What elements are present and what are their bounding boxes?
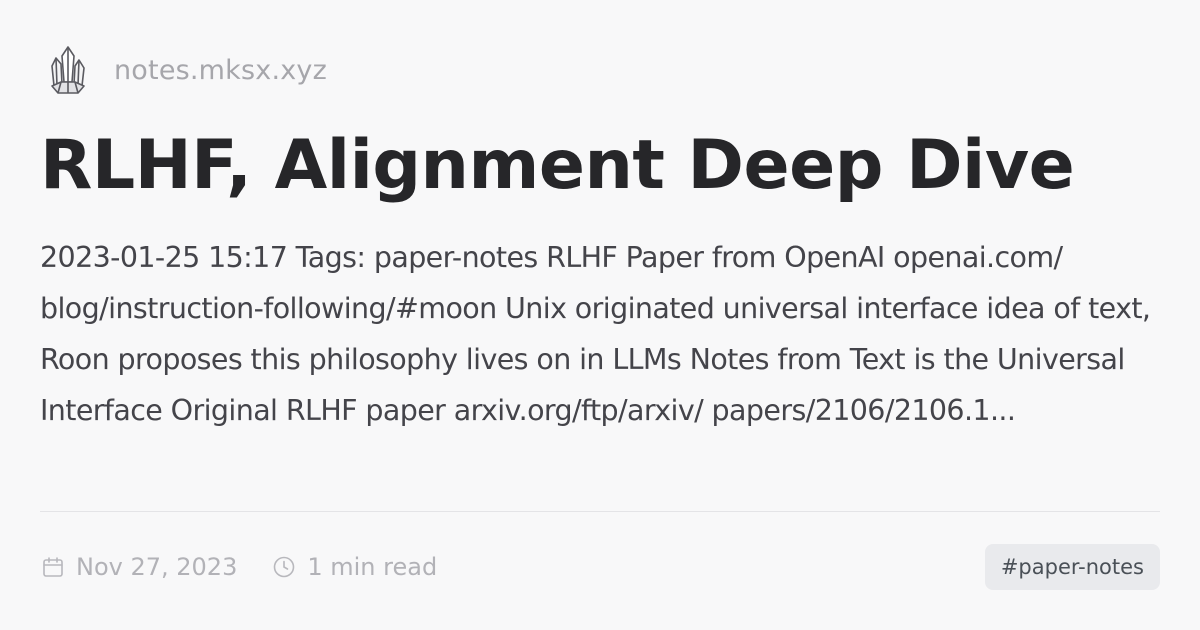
post-date: Nov 27, 2023 [40, 553, 237, 581]
read-time: 1 min read [271, 553, 437, 581]
read-time-text: 1 min read [307, 553, 438, 581]
site-name[interactable]: notes.mksx.xyz [114, 55, 327, 86]
site-header[interactable]: notes.mksx.xyz [46, 40, 327, 100]
divider [40, 511, 1160, 512]
calendar-icon [40, 554, 66, 580]
crystal-cluster-icon [46, 42, 90, 98]
post-excerpt: 2023-01-25 15:17 Tags: paper-notes RLHF … [40, 241, 1151, 427]
page-title: RLHF, Alignment Deep Dive [40, 126, 1075, 205]
post-meta: Nov 27, 2023 1 min read [40, 544, 437, 590]
og-card: notes.mksx.xyz RLHF, Alignment Deep Dive… [0, 0, 1200, 630]
post-date-text: Nov 27, 2023 [76, 553, 238, 581]
tag-paper-notes[interactable]: #paper-notes [984, 544, 1160, 590]
clock-icon [271, 554, 297, 580]
